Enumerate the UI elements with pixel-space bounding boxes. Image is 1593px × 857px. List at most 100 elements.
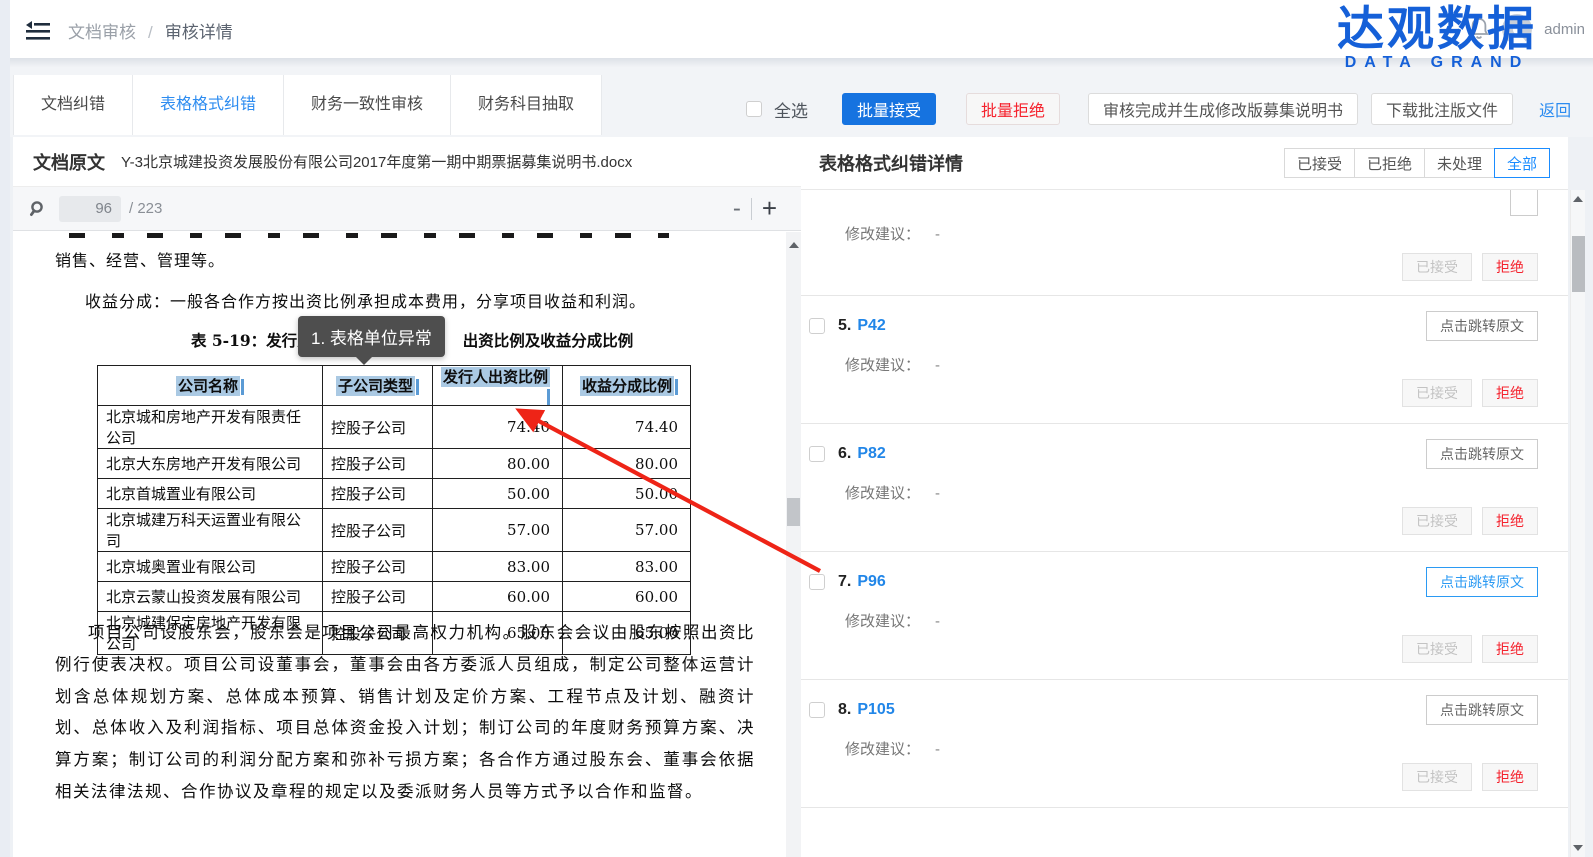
left-edge-strip (0, 0, 10, 857)
doc-toolbar: / 223 - + (13, 187, 801, 231)
cursor-mark-icon (241, 379, 244, 395)
item-index: 8. (838, 701, 851, 719)
clipped-text-line (69, 233, 669, 238)
suggestion-row: 修改建议：- (845, 482, 1538, 503)
doc-scrollbar-thumb[interactable] (787, 498, 800, 526)
table-header-row: 公司名称 子公司类型 发行人出资比例 收益分成比例 (98, 366, 691, 406)
collapse-menu-icon[interactable] (22, 17, 52, 43)
document-panel: 文档原文 Y-3北京城建投资发展股份有限公司2017年度第一期中期票据募集说明书… (13, 137, 801, 857)
breadcrumb-root[interactable]: 文档审核 (68, 23, 136, 42)
table-row: 北京城建万科天运置业有限公司控股子公司 57.0057.00 (98, 509, 691, 552)
accepted-button[interactable]: 已接受 (1402, 635, 1472, 663)
batch-reject-button[interactable]: 批量拒绝 (966, 93, 1060, 125)
zoom-out-button[interactable]: - (723, 195, 751, 223)
batch-accept-button[interactable]: 批量接受 (842, 93, 936, 125)
tab-table-format-correction[interactable]: 表格格式纠错 (133, 75, 284, 135)
doc-paragraph: 销售、经营、管理等。 (55, 247, 225, 271)
jump-to-source-button[interactable] (1510, 190, 1538, 216)
page-total: / 223 (129, 200, 162, 217)
tab-financial-subject-extraction[interactable]: 财务科目抽取 (451, 75, 602, 135)
panel-scrollbar-thumb[interactable] (1572, 236, 1585, 292)
doc-paragraph: 项目公司设股东会，股东会是项目公司最高权力机构。股东会会议由股东按照出资比例行使… (55, 617, 755, 808)
finish-generate-button[interactable]: 审核完成并生成修改版募集说明书 (1088, 93, 1358, 125)
review-list: 修改建议：- 已接受 拒绝 5. P42 点击跳转原文 修改建议：- 已接受 拒… (801, 190, 1568, 857)
subsidiary-table: 公司名称 子公司类型 发行人出资比例 收益分成比例 北京城和房地产开发有限责任公… (97, 365, 691, 655)
breadcrumb: 文档审核 / 审核详情 (68, 18, 233, 43)
reject-button[interactable]: 拒绝 (1482, 253, 1538, 281)
cursor-mark-icon (547, 389, 550, 405)
accepted-button[interactable]: 已接受 (1402, 507, 1472, 535)
list-item-highlighted: 7. P96 点击跳转原文 修改建议：- 已接受 拒绝 (801, 552, 1568, 680)
zoom-in-button[interactable]: + (752, 193, 787, 224)
suggestion-row: 修改建议：- (845, 610, 1538, 631)
panel-scrollbar[interactable] (1570, 190, 1585, 857)
jump-to-source-button-active[interactable]: 点击跳转原文 (1426, 567, 1538, 597)
filter-unprocessed[interactable]: 未处理 (1424, 148, 1495, 178)
jump-to-source-button[interactable]: 点击跳转原文 (1426, 311, 1538, 341)
username[interactable]: admin (1544, 21, 1585, 38)
top-header: 文档审核 / 审核详情 admin (10, 0, 1593, 58)
doc-paragraph: 收益分成：一般各合作方按出资比例承担成本费用，分享项目收益和利润。 (85, 288, 646, 312)
suggestion-row: 修改建议：- (845, 354, 1538, 375)
table-row: 北京首城置业有限公司控股子公司 50.0050.00 (98, 479, 691, 509)
reject-button[interactable]: 拒绝 (1482, 635, 1538, 663)
cursor-mark-icon (416, 379, 419, 395)
doc-filename: Y-3北京城建投资发展股份有限公司2017年度第一期中期票据募集说明书.docx (121, 151, 632, 172)
cursor-mark-icon (675, 379, 678, 395)
list-item: 6. P82 点击跳转原文 修改建议：- 已接受 拒绝 (801, 424, 1568, 552)
reject-button[interactable]: 拒绝 (1482, 379, 1538, 407)
breadcrumb-current: 审核详情 (165, 23, 233, 42)
item-page-ref: P82 (857, 445, 885, 463)
item-index: 6. (838, 445, 851, 463)
list-item-partial: 修改建议：- 已接受 拒绝 (801, 203, 1568, 296)
doc-panel-title: 文档原文 (33, 149, 105, 175)
suggestion-row: 修改建议：- (845, 738, 1538, 759)
accepted-button[interactable]: 已接受 (1402, 379, 1472, 407)
document-page: 销售、经营、管理等。 收益分成：一般各合作方按出资比例承担成本费用，分享项目收益… (13, 231, 801, 856)
select-all-label: 全选 (774, 97, 808, 122)
scroll-up-icon[interactable] (789, 242, 799, 248)
doc-scrollbar[interactable] (786, 232, 801, 857)
item-checkbox[interactable] (809, 446, 825, 462)
tab-document-correction[interactable]: 文档纠错 (13, 75, 133, 135)
table-row: 北京大东房地产开发有限公司控股子公司 80.0080.00 (98, 449, 691, 479)
scroll-up-icon[interactable] (1573, 196, 1583, 202)
list-item: 8. P105 点击跳转原文 修改建议：- 已接受 拒绝 (801, 680, 1568, 808)
scroll-down-icon[interactable] (1573, 845, 1583, 851)
user-avatar[interactable] (1502, 14, 1532, 44)
accepted-button[interactable]: 已接受 (1402, 253, 1472, 281)
list-item-partial (801, 808, 1568, 857)
download-annotated-button[interactable]: 下载批注版文件 (1371, 93, 1513, 125)
breadcrumb-separator: / (148, 23, 153, 42)
review-panel: 表格格式纠错详情 已接受 已拒绝 未处理 全部 修改建议：- 已接受 拒绝 5.… (801, 137, 1568, 857)
accepted-button[interactable]: 已接受 (1402, 763, 1472, 791)
reject-button[interactable]: 拒绝 (1482, 507, 1538, 535)
tab-bar: 文档纠错 表格格式纠错 财务一致性审核 财务科目抽取 全选 批量接受 批量拒绝 … (10, 67, 1593, 137)
list-item: 5. P42 点击跳转原文 修改建议：- 已接受 拒绝 (801, 296, 1568, 424)
item-page-ref: P96 (857, 573, 885, 591)
page-number-input[interactable] (59, 196, 121, 222)
back-button[interactable]: 返回 (1525, 93, 1585, 125)
table-row: 北京城和房地产开发有限责任公司控股子公司 74.4074.40 (98, 406, 691, 449)
jump-to-source-button[interactable]: 点击跳转原文 (1426, 439, 1538, 469)
filter-accepted[interactable]: 已接受 (1284, 148, 1355, 178)
item-checkbox[interactable] (809, 702, 825, 718)
item-checkbox[interactable] (809, 574, 825, 590)
tab-financial-consistency[interactable]: 财务一致性审核 (284, 75, 451, 135)
item-page-ref: P105 (857, 701, 894, 719)
table-row: 北京云蒙山投资发展有限公司控股子公司 60.0060.00 (98, 582, 691, 612)
item-checkbox[interactable] (809, 318, 825, 334)
select-all-checkbox[interactable] (746, 101, 762, 117)
magnifier-icon[interactable] (29, 200, 47, 218)
jump-to-source-button[interactable]: 点击跳转原文 (1426, 695, 1538, 725)
header-shadow (10, 58, 1593, 67)
filter-rejected[interactable]: 已拒绝 (1354, 148, 1425, 178)
reject-button[interactable]: 拒绝 (1482, 763, 1538, 791)
item-index: 5. (838, 317, 851, 335)
table-anomaly-tooltip: 1. 表格单位异常 (298, 316, 445, 357)
table-row: 北京城奥置业有限公司控股子公司 83.0083.00 (98, 552, 691, 582)
filter-all[interactable]: 全部 (1494, 148, 1550, 178)
notification-bell-icon[interactable] (1468, 17, 1490, 41)
status-filter-group: 已接受 已拒绝 未处理 全部 (1285, 148, 1550, 178)
review-panel-title: 表格格式纠错详情 (819, 150, 963, 176)
